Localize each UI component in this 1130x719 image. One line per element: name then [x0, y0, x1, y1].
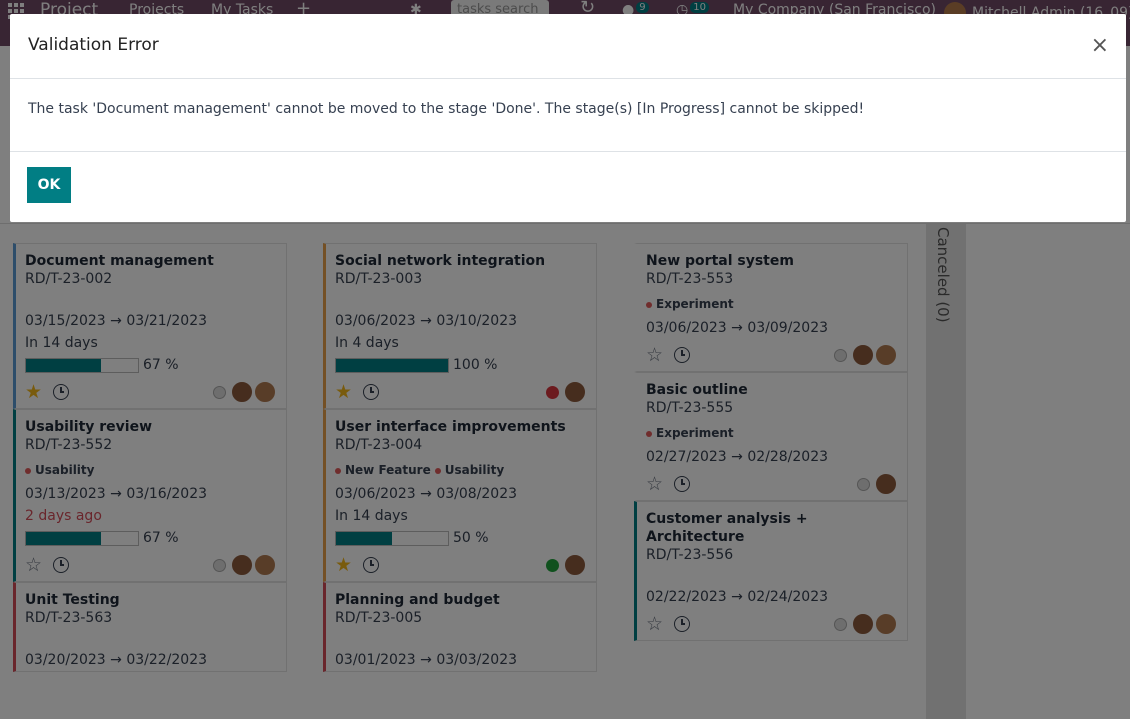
dialog-footer: OK [10, 152, 1126, 222]
dialog-header: Validation Error × [10, 14, 1126, 79]
validation-error-dialog: Validation Error × The task 'Document ma… [10, 14, 1126, 222]
dialog-title: Validation Error [28, 35, 159, 55]
close-icon[interactable]: × [1091, 35, 1109, 57]
dialog-body: The task 'Document management' cannot be… [10, 79, 1126, 152]
ok-button[interactable]: OK [27, 167, 71, 203]
error-message: The task 'Document management' cannot be… [28, 101, 865, 117]
